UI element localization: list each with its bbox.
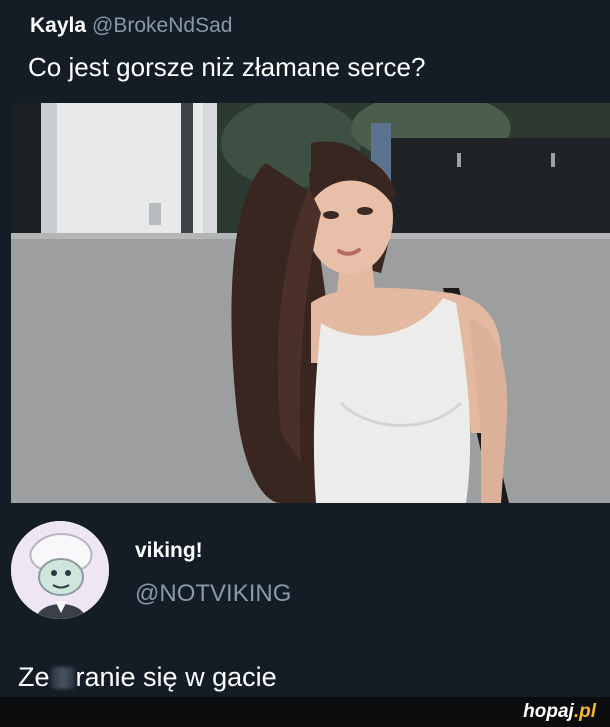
watermark-logo: hopaj.pl [523,699,596,725]
tweet-author-handle[interactable]: @BrokeNdSad [92,14,232,37]
reply-avatar[interactable] [11,521,109,619]
watermark-brand: hopaj [523,701,574,722]
reply-text: Ze ranie się w gacie [18,660,277,694]
tweet-photo[interactable] [11,103,610,503]
reply-author-name[interactable]: viking! [135,538,203,564]
tweet-text: Co jest gorsze niż złamane serce? [28,52,426,82]
cartoon-avatar-icon [11,521,109,619]
watermark-bar: hopaj.pl [0,697,610,727]
watermark-domain: .pl [573,701,596,722]
woman-photo-illustration [11,103,610,503]
censor-blur [50,667,75,689]
reply-author-handle[interactable]: @NOTVIKING [135,579,291,609]
tweet-author-name[interactable]: Kayla [30,14,86,37]
tweet-header: Kayla @BrokeNdSad [30,12,232,40]
reply-text-end: ranie się w gacie [75,662,277,692]
reply-text-start: Ze [18,662,50,692]
